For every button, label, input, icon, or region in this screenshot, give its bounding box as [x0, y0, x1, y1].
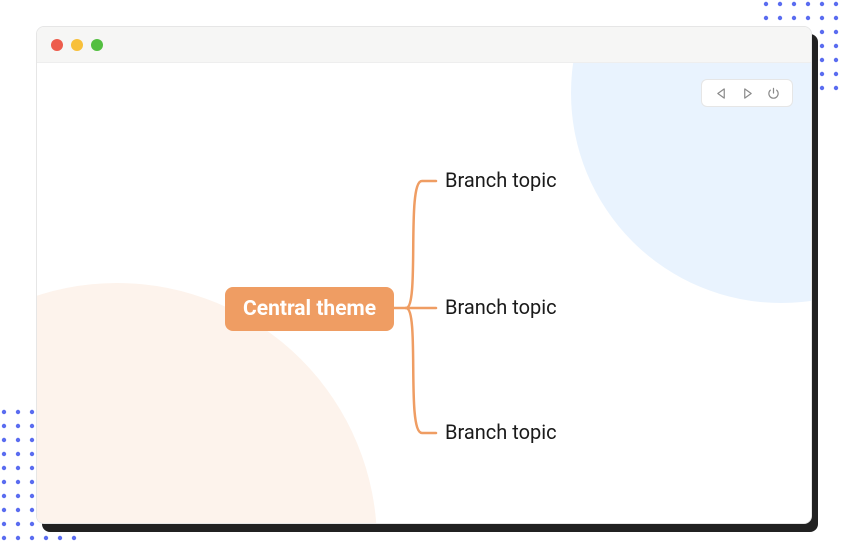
power-icon [767, 87, 780, 100]
canvas-area: Central theme Branch topic Branch topic … [37, 63, 811, 523]
prev-button[interactable] [714, 86, 728, 100]
window-titlebar [37, 27, 811, 63]
branch-topic-node[interactable]: Branch topic [445, 168, 557, 192]
window-close-button[interactable] [51, 39, 63, 51]
branch-topic-node[interactable]: Branch topic [445, 420, 557, 444]
playback-toolbar [701, 79, 793, 107]
triangle-right-icon [742, 88, 753, 99]
branch-topic-node[interactable]: Branch topic [445, 295, 557, 319]
mindmap-diagram: Central theme Branch topic Branch topic … [37, 63, 811, 523]
branch-connector [392, 163, 442, 443]
next-button[interactable] [740, 86, 754, 100]
window-maximize-button[interactable] [91, 39, 103, 51]
window-minimize-button[interactable] [71, 39, 83, 51]
triangle-left-icon [716, 88, 727, 99]
app-window: Central theme Branch topic Branch topic … [36, 26, 812, 524]
power-button[interactable] [766, 86, 780, 100]
central-theme-node[interactable]: Central theme [225, 287, 394, 331]
